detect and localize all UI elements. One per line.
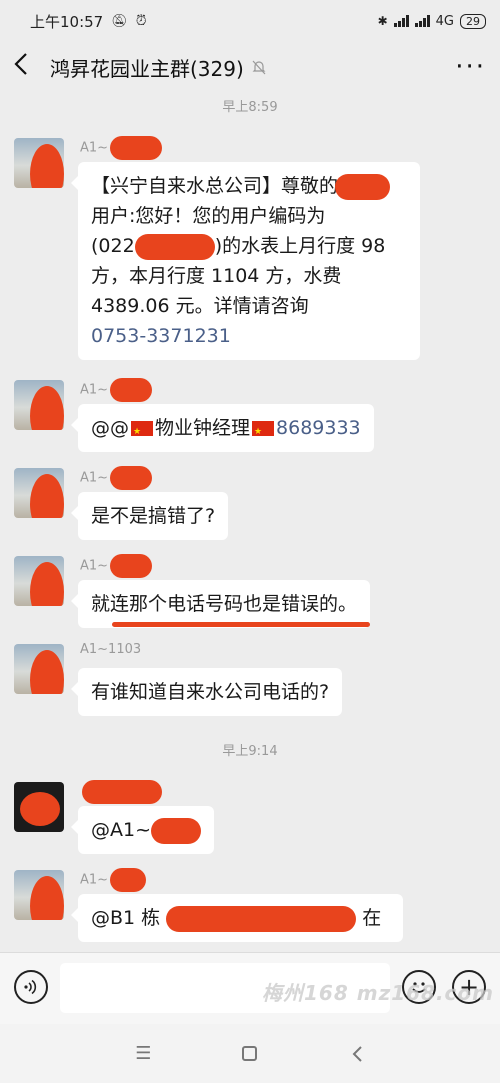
- redaction-mark: [166, 905, 357, 932]
- sender-name: [80, 780, 162, 804]
- mention-text: @A1~: [91, 819, 152, 841]
- message-item: @A1~: [14, 780, 484, 862]
- redaction-mark: [110, 466, 153, 490]
- message-bubble[interactable]: 有谁知道自来水公司电话的?: [70, 668, 343, 716]
- signal-icon-2: [414, 15, 430, 27]
- message-line: (022: [91, 235, 135, 257]
- status-bar: 上午10:57 🔕︎ ⏰︎ ✱ 4G 29: [0, 0, 500, 42]
- message-text: 物业钟经理: [155, 417, 251, 439]
- message-item: A1~ 【兴宁自来水总公司】尊敬的廖 用户:您好！您的用户编码为 (022 )的水…: [14, 136, 484, 368]
- message-line: )的水表上月行度 98: [214, 235, 386, 257]
- redaction-mark: [110, 136, 163, 160]
- message-text: 就连那个电话号码也是错误的。: [91, 593, 358, 615]
- message-bubble[interactable]: @@ 物业钟经理 8689333: [71, 404, 374, 452]
- input-bar: + 梅州168 mz168.com: [0, 952, 500, 1024]
- group-name: 鸿昇花园业主群(329): [50, 56, 244, 81]
- message-bubble[interactable]: 【兴宁自来水总公司】尊敬的廖 用户:您好！您的用户编码为 (022 )的水表上月行…: [71, 162, 420, 360]
- back-icon[interactable]: [342, 1039, 372, 1069]
- china-flag-icon: [131, 417, 153, 447]
- signal-icon: [393, 15, 409, 27]
- message-line: 用户:您好！您的用户编码为: [91, 205, 326, 227]
- bluetooth-icon: ✱: [377, 14, 388, 28]
- message-text: 是不是搞错了?: [91, 505, 216, 527]
- avatar[interactable]: [14, 138, 64, 188]
- avatar[interactable]: [14, 870, 64, 920]
- sender-name: A1~: [80, 554, 153, 578]
- system-nav-bar: ☰: [0, 1024, 500, 1083]
- sender-name: A1~1103: [80, 642, 142, 657]
- message-text: 有谁知道自来水公司电话的?: [91, 681, 330, 703]
- avatar[interactable]: [14, 380, 64, 430]
- redaction-mark: [110, 868, 147, 892]
- avatar[interactable]: [14, 468, 64, 518]
- network-type: 4G: [435, 13, 454, 29]
- message-item: A1~ @@ 物业钟经理 8689333: [14, 378, 484, 460]
- message-input[interactable]: [60, 963, 390, 1013]
- redaction-mark: [110, 554, 153, 578]
- mute-icon: 🔕︎: [111, 13, 128, 29]
- menu-icon[interactable]: ☰: [128, 1039, 158, 1069]
- battery-icon: 29: [460, 13, 486, 29]
- redaction-mark: [335, 173, 391, 200]
- voice-icon[interactable]: [14, 970, 48, 1004]
- sender-name: A1~: [80, 378, 153, 402]
- redaction-mark: [134, 233, 215, 260]
- message-item: A1~ 是不是搞错了?: [14, 466, 484, 548]
- message-list[interactable]: 早上8:59 A1~ 【兴宁自来水总公司】尊敬的廖 用户:您好！您的用户编码为 …: [0, 92, 500, 952]
- message-item: A1~ 就连那个电话号码也是错误的。: [14, 554, 484, 636]
- message-line: 【兴宁自来水总公司】尊敬的廖: [91, 175, 358, 197]
- back-arrow-icon[interactable]: [14, 52, 50, 83]
- avatar[interactable]: [14, 782, 64, 832]
- sender-name: A1~: [80, 136, 163, 160]
- message-item: A1~ @B1 栋 在: [14, 868, 484, 950]
- message-bubble[interactable]: 就连那个电话号码也是错误的。: [70, 580, 371, 628]
- redaction-mark: [151, 817, 202, 844]
- highlight-underline: [112, 622, 370, 627]
- chat-title: 鸿昇花园业主群(329): [50, 53, 266, 82]
- message-text: 在: [362, 907, 382, 929]
- message-line: 方，本月行度 1104 方，水费: [91, 265, 342, 287]
- home-icon[interactable]: [235, 1039, 265, 1069]
- sender-name: A1~: [80, 868, 147, 892]
- avatar[interactable]: [14, 556, 64, 606]
- redaction-mark: [110, 378, 153, 402]
- timestamp: 早上8:59: [222, 100, 278, 115]
- mention-text: @@: [91, 417, 129, 439]
- mention-text: @B1 栋: [91, 907, 161, 929]
- avatar[interactable]: [14, 644, 64, 694]
- redaction-mark: [82, 780, 162, 804]
- clock: 上午10:57: [30, 12, 104, 31]
- timestamp: 早上9:14: [222, 744, 278, 759]
- more-icon[interactable]: ···: [455, 52, 486, 82]
- china-flag-icon: [252, 417, 275, 447]
- alarm-icon: ⏰︎: [135, 13, 147, 29]
- bell-muted-icon: [252, 60, 266, 74]
- sender-name: A1~: [80, 466, 153, 490]
- message-bubble[interactable]: @B1 栋 在: [71, 894, 403, 942]
- message-line: 4389.06 元。详情请咨询: [91, 295, 309, 317]
- plus-icon[interactable]: +: [452, 970, 486, 1004]
- emoji-icon[interactable]: [402, 970, 436, 1004]
- message-item: A1~1103 有谁知道自来水公司电话的?: [14, 642, 484, 724]
- message-bubble[interactable]: 是不是搞错了?: [70, 492, 229, 540]
- phone-link[interactable]: 0753-3371231: [91, 321, 407, 351]
- message-bubble[interactable]: @A1~: [70, 806, 215, 854]
- phone-link[interactable]: 8689333: [276, 417, 361, 439]
- chat-header: 鸿昇花园业主群(329) ···: [0, 42, 500, 92]
